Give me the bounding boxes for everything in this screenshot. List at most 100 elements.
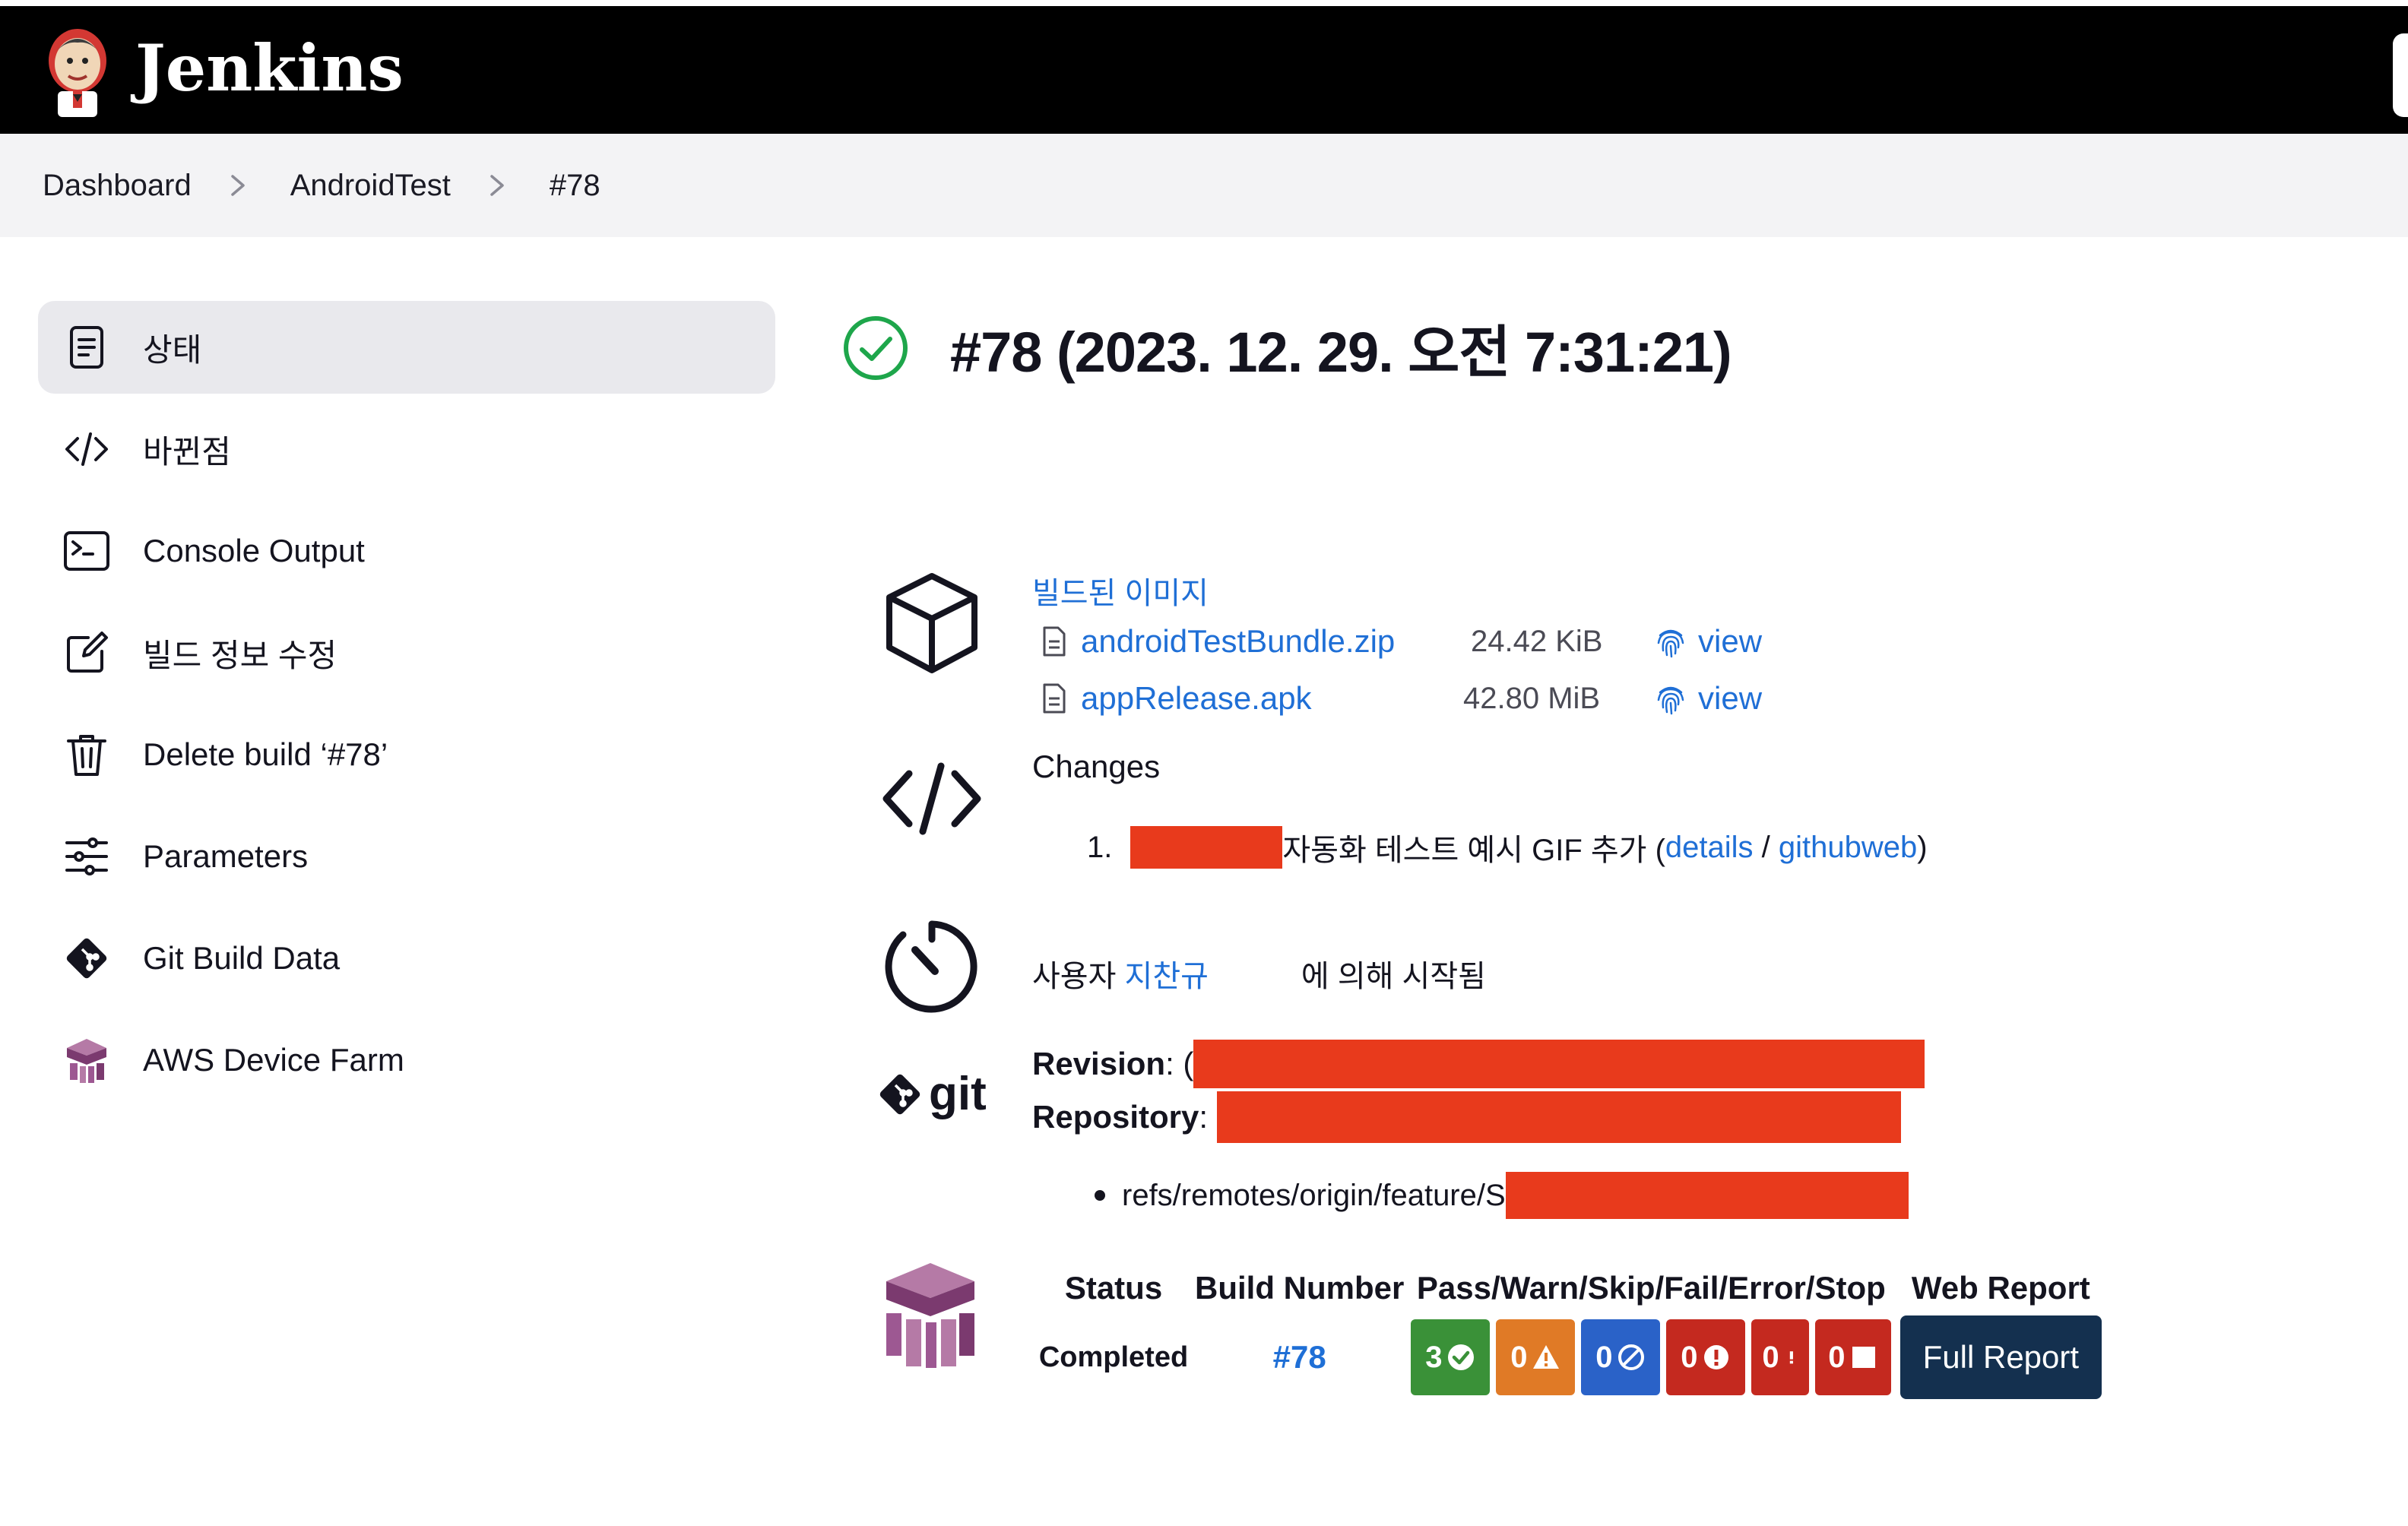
breadcrumb: Dashboard AndroidTest #78 [0,134,2408,237]
jenkins-logo-icon[interactable] [40,21,116,120]
artifact-file-link[interactable]: appRelease.apk [1081,680,1312,717]
stop-badge[interactable]: 0 [1815,1319,1892,1395]
revision-value: ( [1183,1046,1194,1081]
change-details-link[interactable]: details [1665,831,1754,865]
edit-icon [62,628,111,677]
started-by-suffix: 에 의해 시작됨 [1301,960,1486,993]
sidebar-item-changes[interactable]: 바뀐점 [38,403,775,495]
redacted-block [1505,1172,1909,1219]
warn-badge[interactable]: 0 [1496,1319,1576,1395]
changes-title: Changes [1032,749,1161,784]
revision-label: Revision [1032,1046,1166,1081]
breadcrumb-build-78[interactable]: #78 [550,169,600,203]
package-icon [886,573,977,673]
sidebar-item-aws-device-farm[interactable]: AWS Device Farm [38,1014,775,1107]
skip-icon [1618,1344,1645,1370]
sidebar-item-label: 바뀐점 [143,433,231,470]
error-count: 0 [1762,1340,1779,1374]
fail-badge[interactable]: 0 [1666,1319,1746,1395]
bullet [1095,1190,1105,1201]
terminal-icon [62,527,111,575]
sidebar-item-git-build-data[interactable]: Git Build Data [38,912,775,1005]
run-status: Completed [1038,1341,1189,1373]
file-icon [1043,683,1066,714]
chevron-right-icon[interactable] [219,170,257,201]
code-icon [882,762,981,835]
status-icon [62,323,111,372]
fingerprint-icon [1657,629,1684,658]
artifact-view-link[interactable]: view [1656,623,1762,660]
git-branch: refs/remotes/origin/feature/S [1095,1172,1909,1219]
sidebar-item-label: Delete build ‘#78’ [143,736,388,772]
view-link-label[interactable]: view [1698,623,1762,660]
result-badges: 3 0 0 0 0 0 [1404,1319,1898,1395]
fail-count: 0 [1681,1340,1698,1374]
git-icon [62,934,111,983]
sidebar-item-delete-build[interactable]: Delete build ‘#78’ [38,708,775,801]
error-badge[interactable]: 0 [1751,1319,1810,1395]
sidebar-item-status[interactable]: 상태 [38,301,775,394]
page-title: #78 (2023. 12. 29. 오전 7:31:21) [950,321,1732,384]
sidebar-item-label: Git Build Data [143,940,341,976]
change-close-paren: ) [1917,830,1928,864]
artifact-file-link[interactable]: androidTestBundle.zip [1081,623,1395,660]
aws-device-farm-icon [62,1036,111,1084]
sidebar-item-label: 상태 [143,331,202,368]
branch-value: refs/remotes/origin/feature/S [1122,1178,1506,1212]
artifact-view-link[interactable]: view [1656,680,1762,717]
stop-icon [1852,1347,1876,1368]
success-check-icon [844,315,908,380]
user-link[interactable]: 지찬규 [1125,960,1209,993]
git-icon [879,1074,920,1114]
jenkins-brand[interactable]: Jenkins [135,30,404,106]
sidebar-item-label: 빌드 정보 수정 [143,637,337,673]
build-title-row: #78 (2023. 12. 29. 오전 7:31:21) [842,307,1732,388]
artifacts-link[interactable]: 빌드된 이미지 [1032,568,1209,613]
build-number-link[interactable]: #78 [1273,1339,1326,1375]
fingerprint-icon [1657,686,1684,715]
column-header-build-number: Build Number [1195,1270,1405,1306]
aws-device-farm-icon [886,1263,974,1368]
breadcrumb-androidtest[interactable]: AndroidTest [290,169,451,203]
timer-icon [885,920,977,1013]
sidebar-item-label: Parameters [143,838,309,874]
artifact-row: androidTestBundle.zip [1041,623,1395,660]
table-row: Completed #78 3 0 0 0 0 0 Full Report [1032,1315,2103,1400]
sidebar-item-parameters[interactable]: Parameters [38,810,775,903]
column-header-results: Pass/Warn/Skip/Fail/Error/Stop [1416,1270,1886,1306]
file-icon [1043,626,1066,657]
sliders-icon [62,832,111,881]
git-logo-text: git [929,1068,987,1120]
redacted-block [1193,1040,1925,1088]
sidebar-item-edit-build-info[interactable]: 빌드 정보 수정 [38,606,775,699]
sidebar-item-label: Console Output [143,533,365,568]
repository-label: Repository [1032,1099,1199,1135]
redacted-block [1216,1091,1901,1143]
pass-badge[interactable]: 3 [1411,1319,1491,1395]
sidebar: 상태 바뀐점 Console Output 빌드 정보 수정 Delete bu… [38,301,775,1116]
change-number: 1. [1087,830,1113,864]
artifact-size: 42.80 MiB [1463,682,1601,715]
skip-badge[interactable]: 0 [1581,1319,1661,1395]
change-item: 1. 자동화 테스트 예시 GIF 추가 ( details / githubw… [1087,825,1928,869]
error-icon [1789,1351,1793,1364]
breadcrumb-dashboard[interactable]: Dashboard [43,169,192,203]
fail-icon [1704,1345,1729,1369]
git-revision: Revision: ( [1032,1040,1925,1088]
started-by-prefix: 사용자 [1032,960,1125,993]
view-link-label[interactable]: view [1698,680,1762,717]
full-report-button[interactable]: Full Report [1899,1315,2102,1399]
trash-icon [62,730,111,779]
chevron-right-icon[interactable] [478,170,516,201]
pass-count: 3 [1425,1340,1443,1374]
top-bar: Jenkins [0,6,2408,134]
artifact-size: 24.42 KiB [1471,625,1603,658]
change-githubweb-link[interactable]: githubweb [1779,831,1917,865]
sidebar-item-console-output[interactable]: Console Output [38,505,775,597]
pass-check-icon [1448,1344,1475,1370]
header-action-button[interactable] [2393,33,2408,117]
table-header-row: Status Build Number Pass/Warn/Skip/Fail/… [1032,1262,2103,1315]
skip-count: 0 [1595,1340,1613,1374]
column-header-web-report: Web Report [1911,1270,2090,1306]
device-farm-table: Status Build Number Pass/Warn/Skip/Fail/… [1032,1262,2103,1400]
